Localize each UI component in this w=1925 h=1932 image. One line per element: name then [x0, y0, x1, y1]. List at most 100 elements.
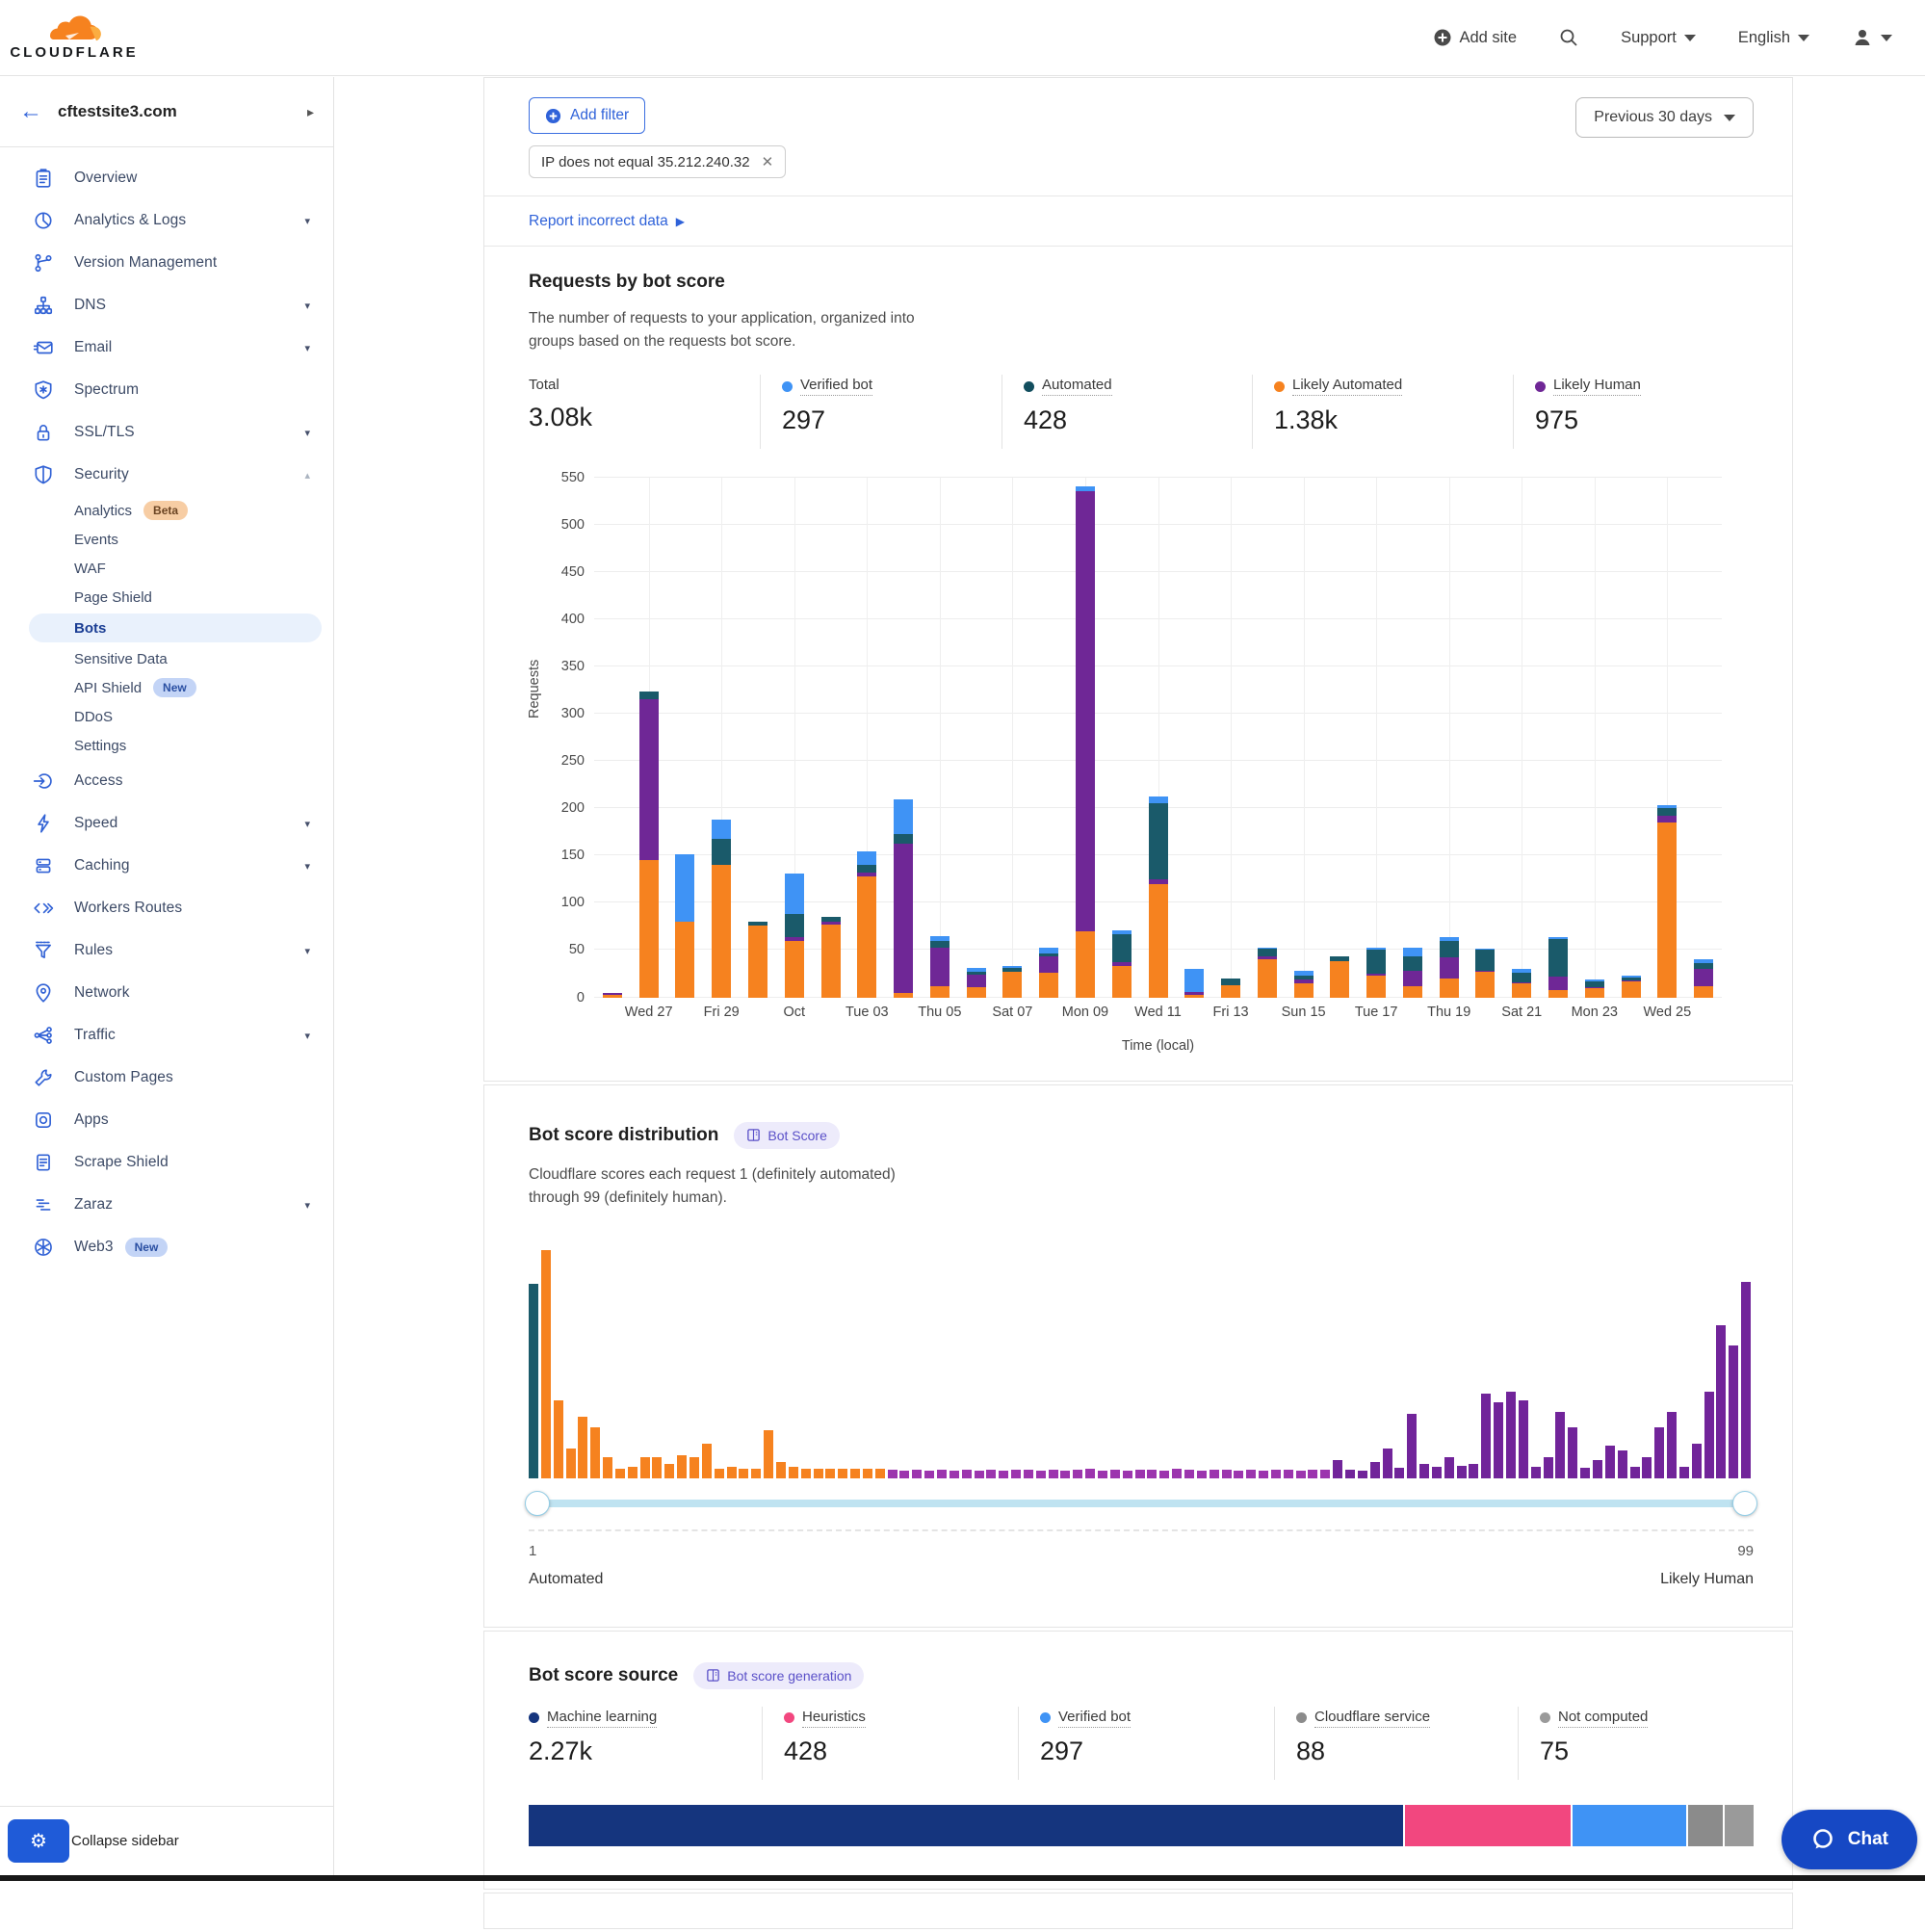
distribution-bar [1370, 1462, 1380, 1478]
sidebar-item-workers-routes[interactable]: Workers Routes [0, 887, 333, 929]
sidebar-subitem-bots[interactable]: Bots [29, 614, 322, 642]
sidebar-item-traffic[interactable]: Traffic▾ [0, 1014, 333, 1057]
sidebar-item-spectrum[interactable]: Spectrum [0, 369, 333, 411]
sidebar-item-network[interactable]: Network [0, 972, 333, 1014]
stat-label[interactable]: Verified bot [1058, 1709, 1131, 1728]
sidebar-item-analytics-logs[interactable]: Analytics & Logs▾ [0, 199, 333, 242]
requests-chart: Requests 0501001502002503003504004505005… [529, 478, 1748, 1081]
filter-chip[interactable]: IP does not equal 35.212.240.32 ✕ [529, 145, 786, 178]
sidebar-item-label: Network [74, 984, 130, 1002]
account-menu[interactable] [1852, 27, 1892, 48]
remove-filter-icon[interactable]: ✕ [762, 153, 774, 170]
user-icon [1852, 27, 1873, 48]
requests-chart-plot: 050100150200250300350400450500550 [594, 478, 1722, 998]
distribution-bar [1210, 1470, 1219, 1478]
y-tick-label: 450 [542, 564, 585, 580]
sidebar-subitem-events[interactable]: Events [0, 525, 333, 554]
stat-label[interactable]: Cloudflare service [1314, 1709, 1430, 1728]
date-range-dropdown[interactable]: Previous 30 days [1575, 97, 1754, 138]
search-button[interactable] [1559, 28, 1578, 47]
sidebar-item-apps[interactable]: Apps [0, 1099, 333, 1141]
distribution-bar [603, 1457, 612, 1477]
report-incorrect-data-link[interactable]: Report incorrect data ▶ [529, 213, 685, 230]
sidebar-subitem-api-shield[interactable]: API ShieldNew [0, 673, 333, 702]
sidebar-subitem-sensitive-data[interactable]: Sensitive Data [0, 644, 333, 673]
sidebar-item-label: Version Management [74, 254, 217, 272]
request-bar-segment [785, 941, 804, 998]
stat-label[interactable]: Likely Automated [1292, 377, 1402, 396]
beta-badge: Beta [143, 501, 188, 520]
chevron-down-icon[interactable]: ▾ [304, 1199, 310, 1212]
chevron-down-icon[interactable]: ▾ [304, 300, 310, 312]
sidebar-subitem-ddos[interactable]: DDoS [0, 702, 333, 731]
chevron-down-icon[interactable]: ▾ [304, 342, 310, 354]
support-menu[interactable]: Support [1621, 29, 1696, 47]
sidebar-item-web3[interactable]: Web3New [0, 1226, 333, 1268]
stat-label[interactable]: Automated [1042, 377, 1112, 396]
chevron-down-icon[interactable]: ▾ [304, 860, 310, 873]
stat-label[interactable]: Likely Human [1553, 377, 1641, 396]
bot-score-badge[interactable]: Bot Score [734, 1122, 839, 1149]
sidebar-subitem-page-shield[interactable]: Page Shield [0, 583, 333, 612]
site-selector[interactable]: ← cftestsite3.com ▸ [0, 77, 333, 147]
stat-label[interactable]: Machine learning [547, 1709, 657, 1728]
stat-label[interactable]: Not computed [1558, 1709, 1648, 1728]
chevron-up-icon[interactable]: ▴ [304, 469, 310, 482]
distribution-bar [1494, 1402, 1503, 1477]
sidebar-item-dns[interactable]: DNS▾ [0, 284, 333, 326]
sidebar-item-ssl-tls[interactable]: SSL/TLS▾ [0, 411, 333, 454]
sidebar-subitem-waf[interactable]: WAF [0, 554, 333, 583]
sidebar-item-scrape-shield[interactable]: Scrape Shield [0, 1141, 333, 1184]
sidebar-item-email[interactable]: Email▾ [0, 326, 333, 369]
distribution-bar [1036, 1471, 1046, 1478]
stat-label[interactable]: Verified bot [800, 377, 872, 396]
sidebar-item-caching[interactable]: Caching▾ [0, 845, 333, 887]
back-arrow-icon[interactable]: ← [19, 98, 58, 125]
distribution-bar [1667, 1412, 1677, 1478]
stat-label[interactable]: Heuristics [802, 1709, 866, 1728]
collapse-sidebar-button[interactable]: Collapse sidebar [71, 1833, 179, 1849]
request-bar-segment [748, 922, 767, 926]
request-bar-segment [603, 995, 622, 998]
distribution-bar [1692, 1444, 1702, 1478]
sidebar-item-label: Overview [74, 170, 137, 187]
add-site-button[interactable]: Add site [1434, 29, 1517, 47]
add-filter-button[interactable]: Add filter [529, 97, 645, 134]
request-bar-segment [1440, 957, 1459, 979]
sidebar-item-overview[interactable]: Overview [0, 157, 333, 199]
dns-icon [33, 295, 54, 316]
bot-score-generation-badge[interactable]: Bot score generation [693, 1662, 864, 1689]
sidebar-item-custom-pages[interactable]: Custom Pages [0, 1057, 333, 1099]
sidebar-item-security[interactable]: Security▴ [0, 454, 333, 496]
chevron-down-icon[interactable]: ▾ [304, 215, 310, 227]
language-menu[interactable]: English [1738, 29, 1809, 47]
distribution-bar [924, 1471, 934, 1478]
slider-handle-max[interactable] [1732, 1491, 1757, 1516]
slider-track[interactable] [529, 1500, 1754, 1507]
chevron-down-icon[interactable]: ▾ [304, 945, 310, 957]
chevron-down-icon[interactable]: ▾ [304, 1030, 310, 1042]
search-icon [1559, 28, 1578, 47]
web3-icon [33, 1237, 54, 1258]
sidebar-subitem-label: Settings [74, 738, 126, 754]
settings-gear-button[interactable]: ⚙ [8, 1819, 69, 1863]
x-axis-ticks: Wed 27Fri 29OctTue 03Thu 05Sat 07Mon 09W… [594, 1005, 1722, 1030]
sidebar-subitem-settings[interactable]: Settings [0, 731, 333, 760]
request-bar-segment [1184, 992, 1204, 995]
requests-stat-likely-automated: Likely Automated1.38k [1252, 375, 1513, 449]
chevron-right-icon[interactable]: ▸ [307, 104, 314, 120]
distribution-bar [1568, 1427, 1577, 1477]
sidebar-item-rules[interactable]: Rules▾ [0, 929, 333, 972]
chevron-down-icon[interactable]: ▾ [304, 818, 310, 830]
chevron-down-icon[interactable]: ▾ [304, 427, 310, 439]
slider-handle-min[interactable] [525, 1491, 550, 1516]
chat-button[interactable]: Chat [1782, 1810, 1917, 1869]
sidebar-item-zaraz[interactable]: Zaraz▾ [0, 1184, 333, 1226]
sidebar-subitem-analytics[interactable]: AnalyticsBeta [0, 496, 333, 525]
sidebar-item-speed[interactable]: Speed▾ [0, 802, 333, 845]
request-bar-segment [1002, 966, 1022, 968]
sidebar-item-access[interactable]: Access [0, 760, 333, 802]
sidebar-item-version-management[interactable]: Version Management [0, 242, 333, 284]
request-bar-segment [1403, 956, 1422, 971]
distribution-bar [1605, 1446, 1615, 1477]
